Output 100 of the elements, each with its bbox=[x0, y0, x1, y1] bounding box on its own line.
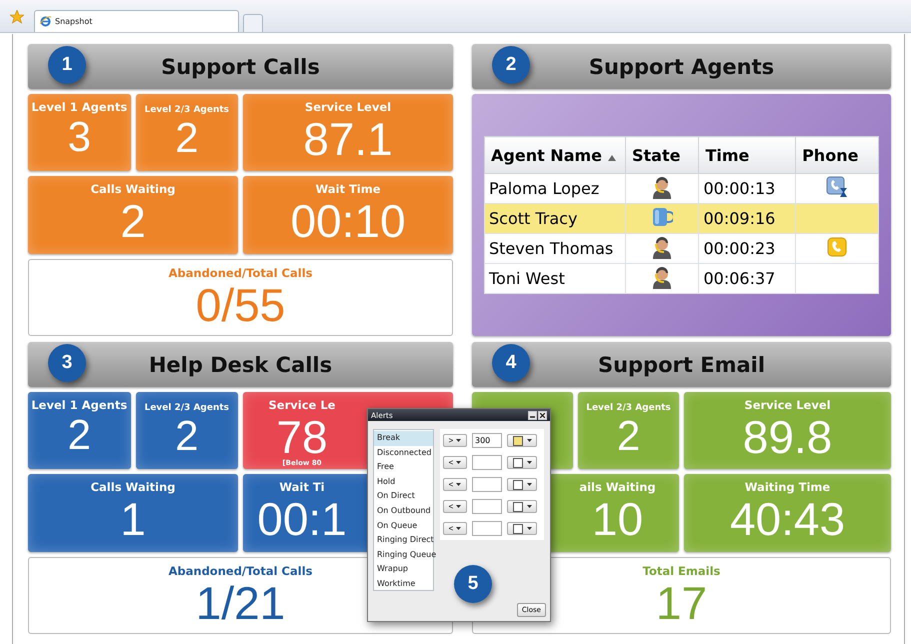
threshold-field[interactable] bbox=[472, 455, 502, 470]
state-item[interactable]: On Outbound bbox=[374, 504, 433, 519]
threshold-field[interactable]: 300 bbox=[472, 433, 502, 448]
caret-icon bbox=[526, 439, 532, 442]
caret-icon bbox=[456, 527, 462, 530]
section-title: Support Agents bbox=[588, 54, 774, 78]
step-badge: 4 bbox=[492, 344, 530, 382]
state-item[interactable]: Break bbox=[374, 431, 433, 446]
state-item[interactable]: Hold bbox=[374, 474, 433, 490]
tile-value: 17 bbox=[656, 578, 708, 628]
star-icon[interactable] bbox=[10, 10, 24, 24]
close-icon bbox=[540, 412, 545, 418]
tile-label: Calls Waiting bbox=[90, 480, 176, 494]
time-cell: 00:06:37 bbox=[698, 264, 796, 294]
state-item[interactable]: On Queue bbox=[374, 518, 433, 534]
minimize-button[interactable] bbox=[528, 410, 537, 420]
operator-dropdown[interactable]: < bbox=[443, 500, 467, 513]
agent-row[interactable]: Scott Tracy 00:09:16 bbox=[484, 204, 878, 234]
tile-value: 2 bbox=[68, 412, 91, 458]
state-item[interactable]: Ringing Direct bbox=[374, 533, 433, 548]
caret-icon bbox=[456, 483, 462, 486]
threshold-field[interactable] bbox=[472, 521, 502, 536]
threshold-field[interactable] bbox=[472, 499, 502, 514]
section-title: Support Email bbox=[598, 352, 766, 376]
tile-value: 0/55 bbox=[196, 280, 286, 330]
column-header[interactable]: State bbox=[626, 136, 699, 174]
color-dropdown[interactable] bbox=[507, 456, 537, 469]
color-dropdown[interactable] bbox=[507, 500, 537, 513]
section-title: Support Calls bbox=[161, 54, 320, 78]
tile-label: Service Level bbox=[304, 100, 392, 114]
operator-dropdown[interactable]: < bbox=[443, 478, 467, 491]
caret-icon bbox=[526, 527, 532, 530]
mug-icon bbox=[651, 206, 674, 226]
step-badge: 3 bbox=[48, 344, 86, 382]
column-header[interactable]: Phone bbox=[796, 136, 878, 174]
caret-icon bbox=[526, 461, 532, 464]
step-badge: 1 bbox=[48, 46, 86, 84]
state-item[interactable]: Worktime bbox=[374, 576, 433, 592]
tile-label: Level 1 Agents bbox=[31, 398, 128, 412]
tile-label: Service Le bbox=[268, 398, 336, 412]
tile-label: Level 2/3 Agents bbox=[586, 403, 671, 413]
tile-value: 3 bbox=[68, 114, 91, 160]
tile-value: 89.8 bbox=[742, 412, 832, 462]
tile-value: 10 bbox=[592, 494, 644, 544]
person-headset-icon bbox=[652, 174, 672, 198]
tile-value: 2 bbox=[175, 115, 198, 161]
caret-icon bbox=[456, 461, 462, 464]
tile-label: Total Emails bbox=[642, 564, 720, 578]
step-badge: 2 bbox=[492, 46, 530, 84]
operator-dropdown[interactable]: > bbox=[443, 434, 467, 447]
close-button[interactable] bbox=[538, 410, 547, 420]
operator-dropdown[interactable]: < bbox=[443, 522, 467, 535]
agent-name: Steven Thomas bbox=[484, 234, 626, 264]
tile-value: 1 bbox=[120, 494, 146, 544]
tile-label: Calls Waiting bbox=[90, 182, 176, 196]
column-header[interactable]: Agent Name bbox=[484, 136, 626, 174]
agent-row[interactable]: Toni West 00:06:37 bbox=[484, 264, 878, 294]
tile-label: Wait Time bbox=[315, 182, 381, 196]
tile-label: Waiting Time bbox=[744, 480, 830, 494]
tile-label: Service Level bbox=[744, 398, 831, 412]
caret-icon bbox=[526, 505, 532, 508]
tile-value: 00:10 bbox=[290, 196, 406, 246]
tile-value: 00:1 bbox=[257, 494, 347, 544]
caret-icon bbox=[526, 483, 532, 486]
caret-icon bbox=[456, 439, 462, 442]
browser-tab[interactable]: Snapshot bbox=[34, 10, 239, 32]
time-cell: 00:00:23 bbox=[698, 234, 796, 264]
agent-name: Scott Tracy bbox=[484, 204, 626, 234]
person-headset-icon bbox=[652, 234, 672, 258]
tile-label: Abandoned/Total Calls bbox=[168, 564, 312, 578]
state-item[interactable]: On Direct bbox=[374, 489, 433, 504]
agent-name: Toni West bbox=[484, 264, 626, 294]
color-dropdown[interactable] bbox=[507, 478, 537, 491]
phone-icon bbox=[827, 236, 848, 256]
step-badge: 5 bbox=[454, 565, 492, 603]
tile-label: Abandoned/Total Calls bbox=[168, 266, 312, 280]
tile-label: Level 1 Agents bbox=[31, 100, 128, 114]
tile-value: 87.1 bbox=[303, 114, 393, 164]
person-headset-icon bbox=[652, 264, 672, 288]
tile-value: 2 bbox=[175, 413, 198, 459]
tile-label: Level 2/3 Agents bbox=[144, 403, 230, 413]
agent-row[interactable]: Steven Thomas 00:00:23 bbox=[484, 234, 878, 264]
state-item[interactable]: Disconnected bbox=[374, 446, 433, 460]
column-header[interactable]: Time bbox=[698, 136, 796, 174]
phone-hourglass-icon bbox=[826, 176, 848, 198]
threshold-field[interactable] bbox=[472, 477, 502, 492]
browser-logo-icon bbox=[40, 16, 51, 27]
tile-value: 1/21 bbox=[196, 578, 286, 628]
time-cell: 00:09:16 bbox=[698, 204, 796, 234]
tile-label: Wait Ti bbox=[279, 480, 325, 494]
tile-label: ails Waiting bbox=[579, 480, 656, 494]
state-item[interactable]: Free bbox=[374, 460, 433, 475]
tile-value: 2 bbox=[616, 413, 640, 459]
caret-icon bbox=[456, 505, 462, 508]
color-dropdown[interactable] bbox=[507, 434, 537, 447]
operator-dropdown[interactable]: < bbox=[443, 456, 467, 469]
tile-label: Level 2/3 Agents bbox=[144, 105, 230, 115]
state-item[interactable]: Wrapup bbox=[374, 562, 433, 577]
tile-value: 40:43 bbox=[730, 494, 846, 544]
color-dropdown[interactable] bbox=[507, 522, 537, 535]
